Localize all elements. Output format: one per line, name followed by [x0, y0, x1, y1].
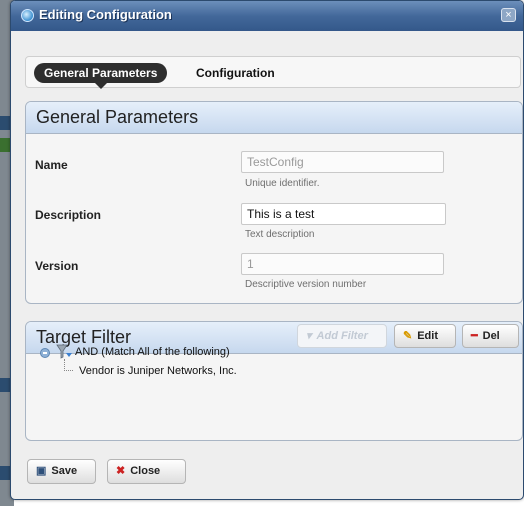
filter-root-node[interactable]: AND (Match All of the following): [75, 346, 230, 358]
minus-icon: ━: [471, 330, 478, 342]
save-disk-icon: ▣: [36, 465, 47, 477]
version-label: Version: [35, 259, 79, 273]
edit-button[interactable]: ✎ Edit: [394, 324, 456, 348]
close-button[interactable]: ✖ Close: [107, 459, 186, 484]
save-label: Save: [51, 465, 78, 477]
panel-title: Target Filter: [36, 327, 132, 347]
del-button[interactable]: ━ Del: [462, 324, 519, 348]
version-field[interactable]: [241, 253, 444, 275]
name-label: Name: [35, 158, 68, 172]
collapse-icon[interactable]: [40, 348, 50, 358]
close-icon[interactable]: ×: [501, 8, 516, 22]
filter-icon: [56, 344, 72, 359]
dialog-titlebar[interactable]: Editing Configuration ×: [11, 1, 523, 31]
close-label: Close: [130, 465, 161, 477]
save-button[interactable]: ▣ Save: [27, 459, 96, 484]
editing-configuration-dialog: Editing Configuration × General Paramete…: [10, 0, 524, 500]
name-hint: Unique identifier.: [245, 178, 320, 189]
description-hint: Text description: [245, 229, 315, 240]
del-label: Del: [482, 330, 500, 342]
add-filter-label: Add Filter: [316, 330, 368, 342]
pencil-icon: ✎: [403, 330, 413, 342]
filter-child-node[interactable]: Vendor is Juniper Networks, Inc.: [79, 365, 237, 377]
x-icon: ✖: [116, 465, 126, 477]
panel-title: General Parameters: [36, 107, 199, 127]
chevron-down-icon: ▾: [306, 330, 312, 342]
name-field[interactable]: [241, 151, 444, 173]
version-hint: Descriptive version number: [245, 279, 367, 290]
tab-general-parameters[interactable]: General Parameters: [34, 63, 168, 89]
description-field[interactable]: [241, 203, 446, 225]
tab-bar: General Parameters Configuration: [25, 56, 521, 89]
tab-configuration[interactable]: Configuration: [186, 63, 285, 83]
dialog-title: Editing Configuration: [39, 7, 172, 22]
description-label: Description: [35, 208, 102, 222]
panel-header: General Parameters: [26, 102, 522, 134]
add-filter-button[interactable]: ▾ Add Filter: [297, 324, 387, 348]
app-icon: [21, 9, 34, 22]
tree-connector: [64, 370, 73, 372]
edit-label: Edit: [417, 330, 438, 342]
